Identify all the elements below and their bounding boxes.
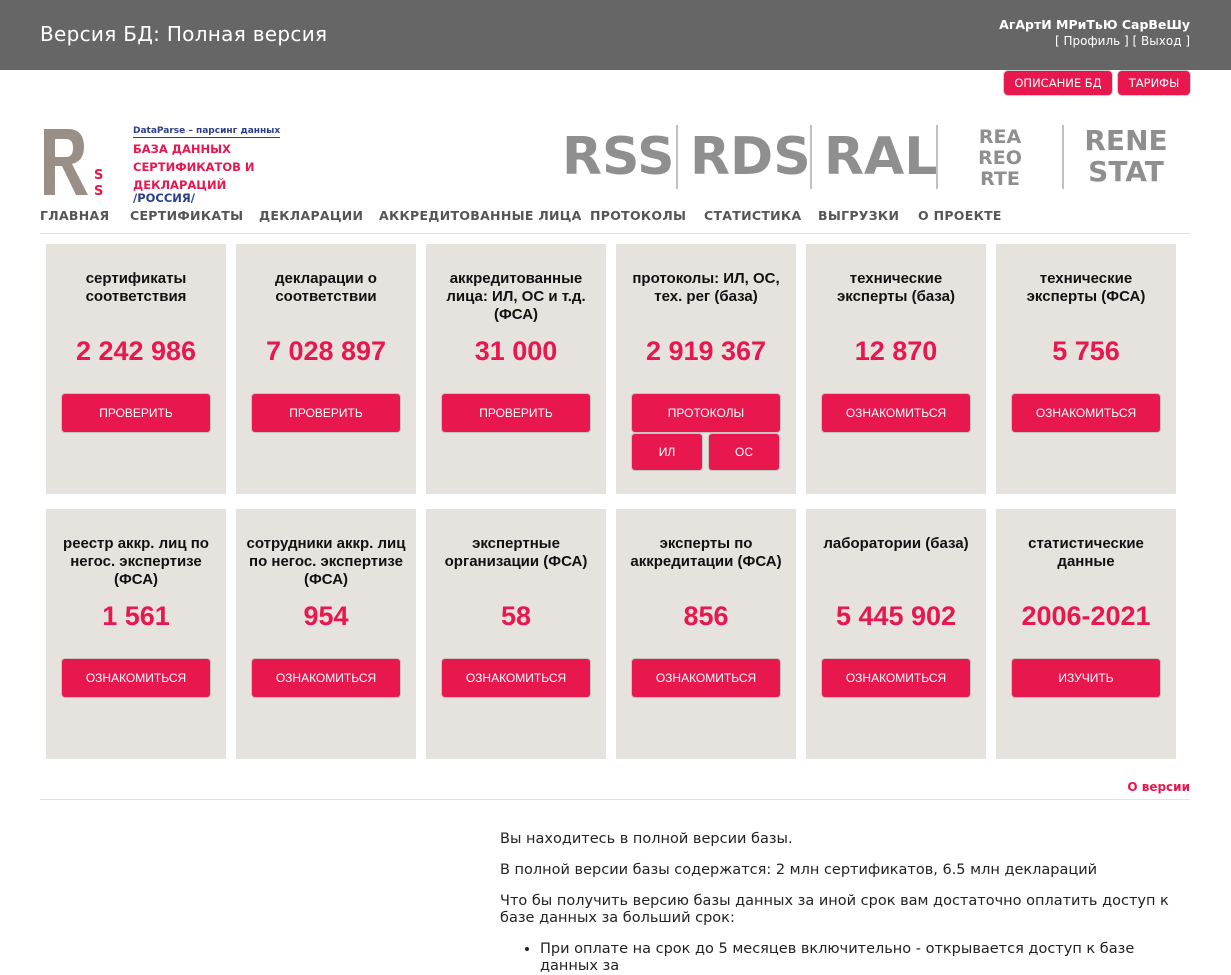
protocols-os-button[interactable]: ОС xyxy=(709,434,779,470)
brand-rss[interactable]: RSS xyxy=(562,125,675,191)
info-paragraph-3: Что бы получить версию базы данных за ин… xyxy=(500,893,1169,926)
about-version-link[interactable]: О версии xyxy=(1127,780,1190,794)
logo-line-4: /РОССИЯ/ xyxy=(133,191,195,205)
brand-rea-reo-rte[interactable]: REA REO RTE xyxy=(950,125,1050,193)
user-links: [ Профиль ] [ Выход ] xyxy=(1054,34,1190,48)
card-count: 7 028 897 xyxy=(265,336,387,366)
protocols-button[interactable]: ПРОТОКОЛЫ xyxy=(632,394,780,432)
card-count: 2006-2021 xyxy=(1021,601,1151,631)
card-laboratories: лаборатории (база) 5 445 902 ОЗНАКОМИТЬС… xyxy=(806,509,986,759)
svg-text:S: S xyxy=(94,184,103,197)
info-paragraph-1: Вы находитесь в полной версии базы. xyxy=(500,831,793,847)
nav-item-home[interactable]: ГЛАВНАЯ xyxy=(40,208,109,223)
divider xyxy=(40,799,1190,800)
logo-mark-icon: S S xyxy=(42,127,106,199)
brand-divider xyxy=(1062,125,1064,189)
card-declarations: декларации о соответствии 7 028 897 ПРОВ… xyxy=(236,244,416,494)
card-title: протоколы: ИЛ, ОС, тех. рег (база) xyxy=(632,270,780,305)
card-count: 2 242 986 xyxy=(75,336,197,366)
card-count: 12 870 xyxy=(854,336,938,366)
logo-text: DataParse – парсинг данных БАЗА ДАННЫХ С… xyxy=(133,126,281,205)
card-title: аккредитованные лица: ИЛ, ОС и т.д. (ФСА… xyxy=(446,270,586,323)
logo-line-1: БАЗА ДАННЫХ xyxy=(133,142,231,156)
view-laboratories-button[interactable]: ОЗНАКОМИТЬСЯ xyxy=(822,659,970,697)
view-nongov-registry-button[interactable]: ОЗНАКОМИТЬСЯ xyxy=(62,659,210,697)
card-certificates: сертификаты соответствия 2 242 986 ПРОВЕ… xyxy=(46,244,226,494)
card-tech-experts-fsa: технические эксперты (ФСА) 5 756 ОЗНАКОМ… xyxy=(996,244,1176,494)
card-nongov-registry: реестр аккр. лиц по негос. экспертизе (Ф… xyxy=(46,509,226,759)
nav-item-declarations[interactable]: ДЕКЛАРАЦИИ xyxy=(259,208,363,223)
brand-ral[interactable]: RAL xyxy=(824,125,937,191)
card-title: реестр аккр. лиц по негос. экспертизе (Ф… xyxy=(63,535,209,588)
card-count: 31 000 xyxy=(474,336,558,366)
card-title: статистические данные xyxy=(1028,535,1144,570)
brand-divider xyxy=(810,125,812,189)
card-title: технические эксперты (база) xyxy=(836,270,955,305)
card-nongov-staff: сотрудники аккр. лиц по негос. экспертиз… xyxy=(236,509,416,759)
card-title: эксперты по аккредитации (ФСА) xyxy=(630,535,782,570)
card-title: декларации о соответствии xyxy=(275,270,377,305)
info-paragraph-2: В полной версии базы содержатся: 2 млн с… xyxy=(500,862,1098,878)
brand-divider xyxy=(936,125,938,189)
version-info: Вы находитесь в полной версии базы. В по… xyxy=(500,831,1190,975)
view-nongov-staff-button[interactable]: ОЗНАКОМИТЬСЯ xyxy=(252,659,400,697)
card-count: 5 445 902 xyxy=(835,601,957,631)
card-tech-experts-base: технические эксперты (база) 12 870 ОЗНАК… xyxy=(806,244,986,494)
view-accreditation-experts-button[interactable]: ОЗНАКОМИТЬСЯ xyxy=(632,659,780,697)
svg-text:S: S xyxy=(94,168,103,183)
nav-item-about[interactable]: О ПРОЕКТЕ xyxy=(918,208,1002,223)
card-count: 954 xyxy=(303,601,349,631)
nav-item-certificates[interactable]: СЕРТИФИКАТЫ xyxy=(130,208,243,223)
card-count: 58 xyxy=(500,601,532,631)
brand-rene-stat[interactable]: RENE STAT xyxy=(1076,125,1176,191)
logout-link[interactable]: Выход xyxy=(1141,34,1181,48)
card-title: технические эксперты (ФСА) xyxy=(1026,270,1146,305)
nav-item-exports[interactable]: ВЫГРУЗКИ xyxy=(818,208,899,223)
check-certificates-button[interactable]: ПРОВЕРИТЬ xyxy=(62,394,210,432)
profile-link[interactable]: Профиль xyxy=(1063,34,1120,48)
card-title: экспертные организации (ФСА) xyxy=(444,535,588,570)
logo[interactable]: S S xyxy=(42,127,106,199)
card-accreditation-experts: эксперты по аккредитации (ФСА) 856 ОЗНАК… xyxy=(616,509,796,759)
db-version-title: Версия БД: Полная версия xyxy=(40,22,328,46)
nav-item-protocols[interactable]: ПРОТОКОЛЫ xyxy=(590,208,686,223)
brand-rds[interactable]: RDS xyxy=(690,125,811,191)
card-count: 2 919 367 xyxy=(645,336,767,366)
nav-item-statistics[interactable]: СТАТИСТИКА xyxy=(704,208,801,223)
study-statistics-button[interactable]: ИЗУЧИТЬ xyxy=(1012,659,1160,697)
check-accredited-button[interactable]: ПРОВЕРИТЬ xyxy=(442,394,590,432)
view-tech-experts-base-button[interactable]: ОЗНАКОМИТЬСЯ xyxy=(822,394,970,432)
card-count: 856 xyxy=(683,601,729,631)
logo-line-2: СЕРТИФИКАТОВ И xyxy=(133,160,255,174)
logo-tagline: DataParse – парсинг данных xyxy=(133,126,281,138)
card-protocols: протоколы: ИЛ, ОС, тех. рег (база) 2 919… xyxy=(616,244,796,494)
card-count: 1 561 xyxy=(102,601,170,631)
card-title: лаборатории (база) xyxy=(823,535,969,552)
check-declarations-button[interactable]: ПРОВЕРИТЬ xyxy=(252,394,400,432)
view-tech-experts-fsa-button[interactable]: ОЗНАКОМИТЬСЯ xyxy=(1012,394,1160,432)
tariffs-button[interactable]: ТАРИФЫ xyxy=(1118,71,1190,95)
user-name: АгАртИ МРиТьЮ СарВеШу xyxy=(999,17,1190,32)
top-bar: Версия БД: Полная версия АгАртИ МРиТьЮ С… xyxy=(0,0,1231,70)
user-box: АгАртИ МРиТьЮ СарВеШу [ Профиль ] [ Выхо… xyxy=(999,17,1190,48)
protocols-il-button[interactable]: ИЛ xyxy=(632,434,702,470)
card-accredited: аккредитованные лица: ИЛ, ОС и т.д. (ФСА… xyxy=(426,244,606,494)
brand-divider xyxy=(676,125,678,189)
nav-item-accredited[interactable]: АККРЕДИТОВАННЫЕ ЛИЦА xyxy=(379,208,582,223)
db-description-button[interactable]: ОПИСАНИЕ БД xyxy=(1004,71,1112,95)
card-statistics: статистические данные 2006-2021 ИЗУЧИТЬ xyxy=(996,509,1176,759)
card-expert-orgs: экспертные организации (ФСА) 58 ОЗНАКОМИ… xyxy=(426,509,606,759)
card-count: 5 756 xyxy=(1052,336,1120,366)
card-title: сертификаты соответствия xyxy=(85,270,187,305)
info-list: При оплате на срок до 5 месяцев включите… xyxy=(500,941,1190,975)
card-title: сотрудники аккр. лиц по негос. экспертиз… xyxy=(246,535,406,588)
view-expert-orgs-button[interactable]: ОЗНАКОМИТЬСЯ xyxy=(442,659,590,697)
main-nav: ГЛАВНАЯ СЕРТИФИКАТЫ ДЕКЛАРАЦИИ АККРЕДИТО… xyxy=(40,208,1190,234)
info-list-item: При оплате на срок до 5 месяцев включите… xyxy=(540,941,1190,975)
